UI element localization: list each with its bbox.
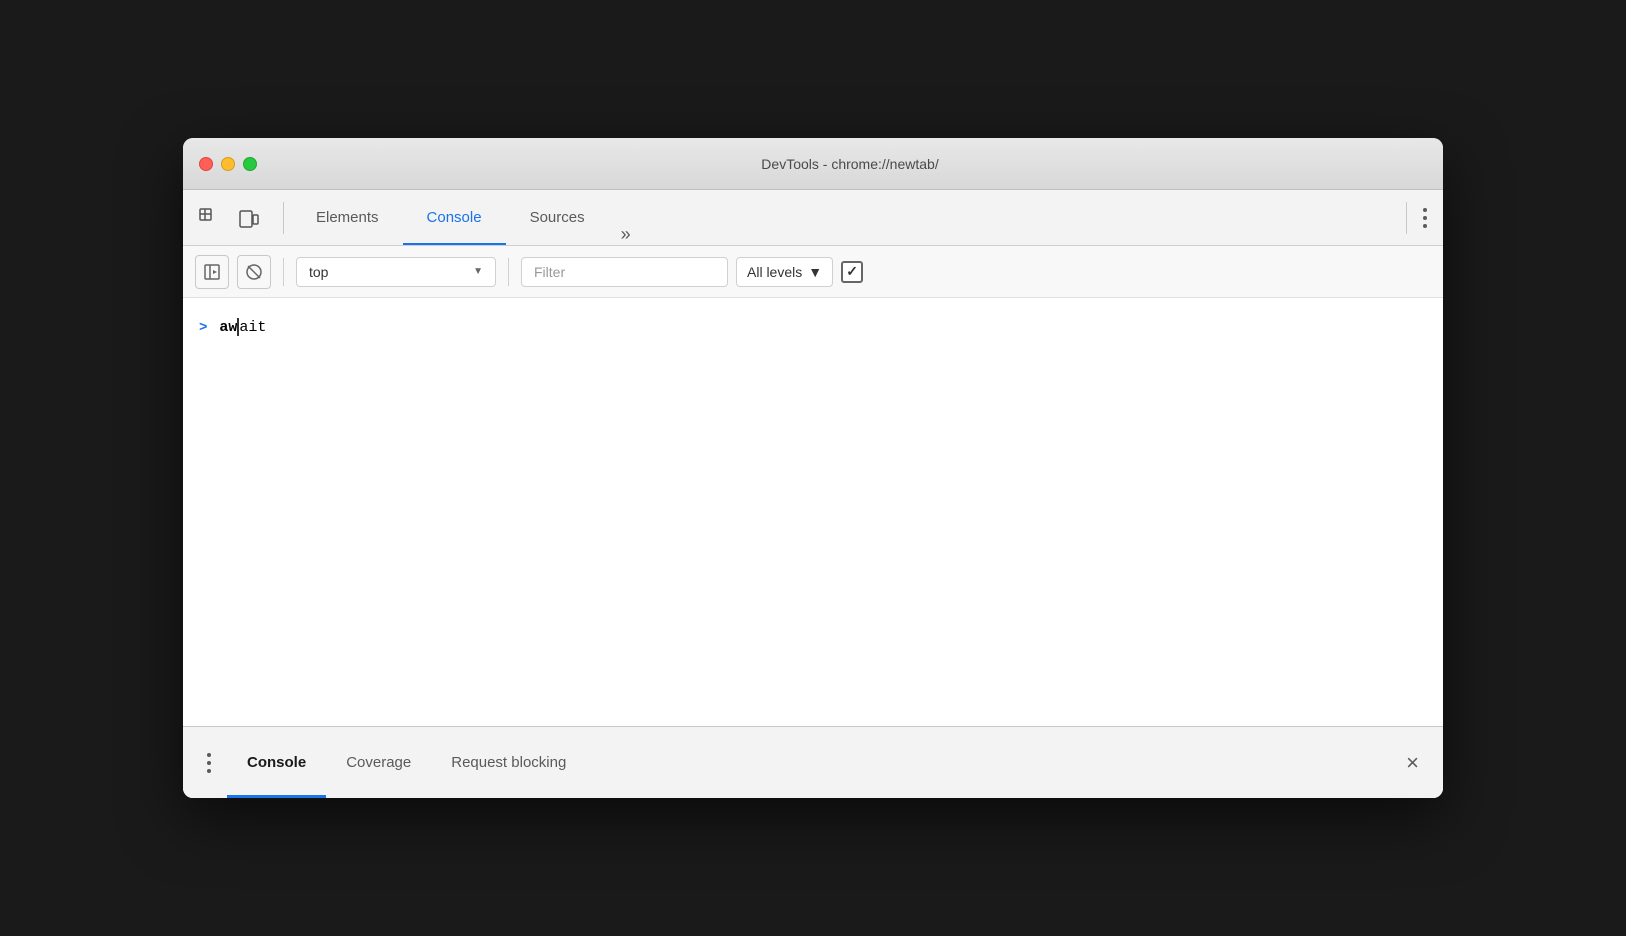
expand-chevron[interactable]: >	[199, 320, 207, 336]
bold-text: aw	[219, 319, 237, 336]
tab-nav: Elements Console Sources »	[292, 190, 1398, 245]
tab-sources[interactable]: Sources	[506, 190, 609, 245]
settings-checkbox[interactable]: ✓	[841, 261, 863, 283]
console-entry-text: await	[219, 318, 266, 336]
drawer-tab-console[interactable]: Console	[227, 727, 326, 798]
toolbar-right	[1415, 200, 1435, 236]
console-content[interactable]: > await	[183, 298, 1443, 726]
console-toolbar: top ▼ All levels ▼ ✓	[183, 246, 1443, 298]
minimize-button[interactable]	[221, 157, 235, 171]
filter-input[interactable]	[521, 257, 728, 287]
drawer-menu-button[interactable]	[199, 745, 219, 781]
toolbar-divider	[283, 202, 284, 234]
device-toolbar-button[interactable]	[231, 200, 267, 236]
tab-elements[interactable]: Elements	[292, 190, 403, 245]
drawer-tab-coverage[interactable]: Coverage	[326, 727, 431, 798]
maximize-button[interactable]	[243, 157, 257, 171]
devtools-body: Elements Console Sources »	[183, 190, 1443, 798]
devtools-menu-button[interactable]	[1415, 200, 1435, 236]
console-entry: > await	[199, 310, 1427, 344]
context-selector-arrow: ▼	[473, 266, 483, 277]
toolbar-icons	[191, 200, 267, 236]
log-levels-label: All levels	[747, 264, 802, 280]
clear-console-button[interactable]	[237, 255, 271, 289]
devtools-window: DevTools - chrome://newtab/	[183, 138, 1443, 798]
window-title: DevTools - chrome://newtab/	[273, 156, 1427, 172]
bottom-drawer: Console Coverage Request blocking ×	[183, 726, 1443, 798]
console-toolbar-divider-2	[508, 258, 509, 286]
drawer-tabs: Console Coverage Request blocking	[227, 727, 1398, 798]
console-toolbar-divider	[283, 258, 284, 286]
close-drawer-button[interactable]: ×	[1398, 742, 1427, 784]
sidebar-toggle-button[interactable]	[195, 255, 229, 289]
normal-text: ait	[239, 319, 266, 336]
context-selector[interactable]: top ▼	[296, 257, 496, 287]
context-value: top	[309, 264, 465, 280]
title-bar: DevTools - chrome://newtab/	[183, 138, 1443, 190]
more-tabs-button[interactable]: »	[609, 224, 643, 245]
traffic-lights	[199, 157, 257, 171]
toolbar-divider-right	[1406, 202, 1407, 234]
drawer-tab-request-blocking[interactable]: Request blocking	[431, 727, 586, 798]
checkmark-icon: ✓	[846, 263, 858, 280]
close-button[interactable]	[199, 157, 213, 171]
inspect-element-button[interactable]	[191, 200, 227, 236]
log-levels-arrow: ▼	[808, 264, 822, 280]
log-levels-selector[interactable]: All levels ▼	[736, 257, 833, 287]
tab-console[interactable]: Console	[403, 190, 506, 245]
top-toolbar: Elements Console Sources »	[183, 190, 1443, 246]
